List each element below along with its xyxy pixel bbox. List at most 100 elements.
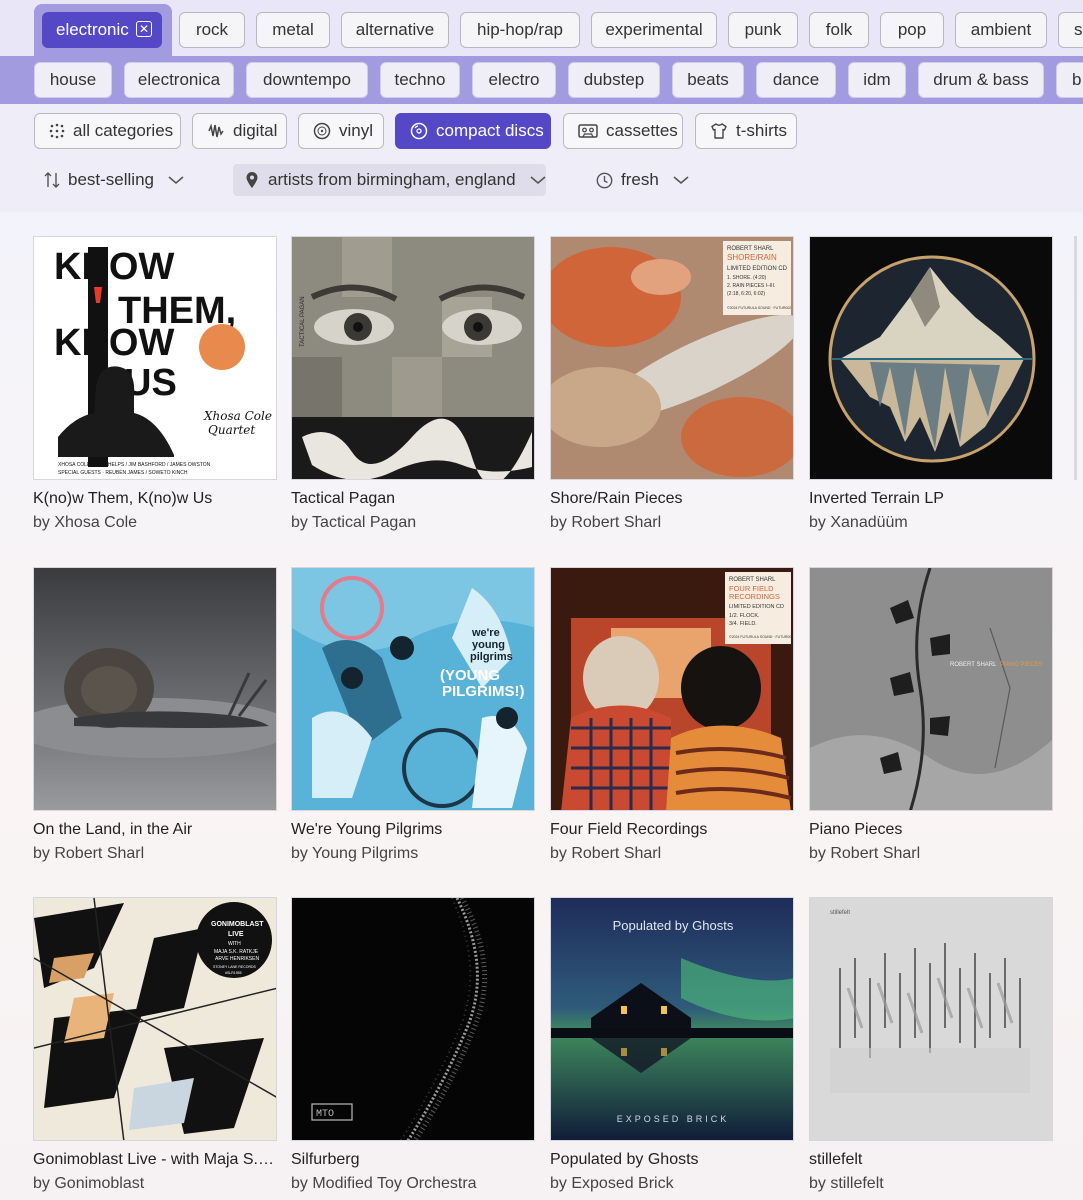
album-title[interactable]: Populated by Ghosts	[550, 1151, 794, 1169]
svg-text:2. RAIN PIECES I–III.: 2. RAIN PIECES I–III.	[727, 283, 775, 289]
album-card[interactable]: ROBERT SHARL SHORE/RAIN LIMITED EDITION …	[550, 236, 794, 532]
svg-text:LIVE: LIVE	[228, 931, 244, 938]
album-title[interactable]: stillefelt	[809, 1151, 1053, 1169]
subgenre-chip[interactable]: techno	[380, 62, 460, 98]
genre-bar: electronic ✕ rock metal alternative hip-…	[0, 0, 1083, 56]
album-cover[interactable]: TACTICAL PAGAN	[291, 236, 535, 480]
subgenre-chip[interactable]: electronica	[124, 62, 234, 98]
svg-text:©2024 FUTURULA SOUND · FUTUR00: ©2024 FUTURULA SOUND · FUTUR002	[727, 306, 791, 310]
album-artist[interactable]: by Xhosa Cole	[33, 514, 277, 532]
album-artist[interactable]: by Young Pilgrims	[291, 845, 535, 863]
svg-text:young: young	[472, 639, 505, 651]
album-artist[interactable]: by Tactical Pagan	[291, 514, 535, 532]
genre-chip[interactable]: experimental	[591, 12, 717, 48]
remove-genre-icon[interactable]: ✕	[136, 21, 152, 37]
album-card[interactable]: GONIMOBLAST LIVE WITH MAJA S.K. RATKJE A…	[33, 897, 277, 1193]
album-artist[interactable]: by Robert Sharl	[550, 514, 794, 532]
format-vinyl[interactable]: vinyl	[298, 113, 384, 149]
album-title[interactable]: Silfurberg	[291, 1151, 535, 1169]
album-artist[interactable]: by stillefelt	[809, 1175, 1053, 1193]
album-card[interactable]: MTO Silfurberg by Modified Toy Orchestra	[291, 897, 535, 1193]
album-cover[interactable]: MTO	[291, 897, 535, 1141]
album-title[interactable]: Inverted Terrain LP	[809, 490, 1053, 508]
format-all-categories[interactable]: all categories	[34, 113, 181, 149]
genre-chip[interactable]: pop	[880, 12, 944, 48]
subgenre-chip[interactable]: house	[34, 62, 112, 98]
album-cover[interactable]: KNOW THEM, KNOW US Xhosa Cole Quartet XH…	[33, 236, 277, 480]
album-title[interactable]: Tactical Pagan	[291, 490, 535, 508]
clock-icon	[596, 172, 613, 188]
album-artist[interactable]: by Robert Sharl	[550, 845, 794, 863]
album-title[interactable]: Four Field Recordings	[550, 821, 794, 839]
subgenre-chip[interactable]: electro	[472, 62, 556, 98]
album-card[interactable]: KNOW THEM, KNOW US Xhosa Cole Quartet XH…	[33, 236, 277, 532]
svg-text:PIANO PIECES: PIANO PIECES	[1000, 662, 1042, 668]
svg-text:LIMITED EDITION CD: LIMITED EDITION CD	[729, 604, 784, 610]
album-cover[interactable]	[809, 236, 1053, 480]
album-artist[interactable]: by Gonimoblast	[33, 1175, 277, 1193]
svg-text:LIMITED EDITION CD: LIMITED EDITION CD	[727, 266, 788, 272]
album-cover[interactable]: Populated by Ghosts EXPOSED BRICK	[550, 897, 794, 1141]
album-title[interactable]: On the Land, in the Air	[33, 821, 277, 839]
svg-text:MTO: MTO	[316, 1109, 334, 1120]
album-cover[interactable]: ROBERT SHARL SHORE/RAIN LIMITED EDITION …	[550, 236, 794, 480]
genre-chip[interactable]: rock	[179, 12, 245, 48]
album-artist[interactable]: by Robert Sharl	[809, 845, 1053, 863]
svg-text:ROBERT SHARL: ROBERT SHARL	[950, 662, 997, 668]
album-artist[interactable]: by Xanadüüm	[809, 514, 1053, 532]
album-title[interactable]: Shore/Rain Pieces	[550, 490, 794, 508]
album-card[interactable]: ROBERT SHARL PIANO PIECES Piano Pieces b…	[809, 567, 1053, 863]
album-title[interactable]: Gonimoblast Live - with Maja S.K. Ratkje…	[33, 1151, 277, 1169]
album-artist[interactable]: by Robert Sharl	[33, 845, 277, 863]
album-card[interactable]: stillefelt stillefelt by stillefelt	[809, 897, 1053, 1193]
format-t-shirts[interactable]: t-shirts	[695, 113, 797, 149]
subgenre-chip[interactable]: b	[1056, 62, 1083, 98]
svg-text:RECORDINGS: RECORDINGS	[729, 592, 780, 601]
genre-chip[interactable]: s	[1058, 12, 1083, 48]
location-dropdown[interactable]: artists from birmingham, england	[233, 164, 546, 196]
genre-chip[interactable]: metal	[256, 12, 330, 48]
genre-chip[interactable]: folk	[809, 12, 869, 48]
album-artist[interactable]: by Modified Toy Orchestra	[291, 1175, 535, 1193]
subgenre-chip[interactable]: idm	[848, 62, 906, 98]
album-cover[interactable]: ROBERT SHARL PIANO PIECES	[809, 567, 1053, 811]
svg-text:#SLR1955: #SLR1955	[225, 971, 242, 975]
svg-text:Quartet: Quartet	[208, 423, 255, 437]
album-cover[interactable]: GONIMOBLAST LIVE WITH MAJA S.K. RATKJE A…	[33, 897, 277, 1141]
album-artist[interactable]: by Exposed Brick	[550, 1175, 794, 1193]
genre-chip[interactable]: alternative	[341, 12, 449, 48]
genre-chip[interactable]: ambient	[955, 12, 1047, 48]
album-card[interactable]: TACTICAL PAGAN Tactical Pagan by Tactica…	[291, 236, 535, 532]
sort-dropdown[interactable]: best-selling	[44, 164, 186, 196]
subgenre-chip[interactable]: dubstep	[568, 62, 660, 98]
svg-text:(YOUNG: (YOUNG	[440, 667, 500, 684]
svg-text:SPECIAL GUESTS · REUBEN JAMES: SPECIAL GUESTS · REUBEN JAMES / SOWETO K…	[58, 470, 188, 476]
subgenre-chip[interactable]: dance	[756, 62, 836, 98]
album-card[interactable]: Populated by Ghosts EXPOSED BRICK Popula…	[550, 897, 794, 1193]
time-dropdown[interactable]: fresh	[596, 164, 692, 196]
subgenre-chip[interactable]: drum & bass	[918, 62, 1044, 98]
album-card[interactable]: we're young pilgrims (YOUNG PILGRIMS!) W…	[291, 567, 535, 863]
album-title[interactable]: We're Young Pilgrims	[291, 821, 535, 839]
chevron-down-icon	[673, 176, 689, 185]
genre-chip-electronic[interactable]: electronic ✕	[42, 12, 162, 48]
album-cover[interactable]	[33, 567, 277, 811]
album-cover[interactable]: stillefelt	[809, 897, 1053, 1141]
album-cover[interactable]: we're young pilgrims (YOUNG PILGRIMS!)	[291, 567, 535, 811]
subgenre-chip[interactable]: downtempo	[246, 62, 368, 98]
album-card[interactable]: Inverted Terrain LP by Xanadüüm	[809, 236, 1053, 532]
genre-chip[interactable]: punk	[728, 12, 798, 48]
album-card[interactable]: On the Land, in the Air by Robert Sharl	[33, 567, 277, 863]
album-title[interactable]: Piano Pieces	[809, 821, 1053, 839]
subgenre-chip[interactable]: beats	[672, 62, 744, 98]
format-compact-discs[interactable]: compact discs	[395, 113, 551, 149]
album-cover[interactable]: ROBERT SHARL FOUR FIELD RECORDINGS LIMIT…	[550, 567, 794, 811]
album-card[interactable]: ROBERT SHARL FOUR FIELD RECORDINGS LIMIT…	[550, 567, 794, 863]
album-title[interactable]: K(no)w Them, K(no)w Us	[33, 490, 277, 508]
svg-text:3/4. FIELD.: 3/4. FIELD.	[729, 621, 757, 627]
genre-chip[interactable]: hip-hop/rap	[460, 12, 580, 48]
svg-text:WITH: WITH	[228, 941, 241, 947]
format-digital[interactable]: digital	[192, 113, 287, 149]
next-column-edge	[1074, 236, 1077, 480]
format-cassettes[interactable]: cassettes	[563, 113, 683, 149]
